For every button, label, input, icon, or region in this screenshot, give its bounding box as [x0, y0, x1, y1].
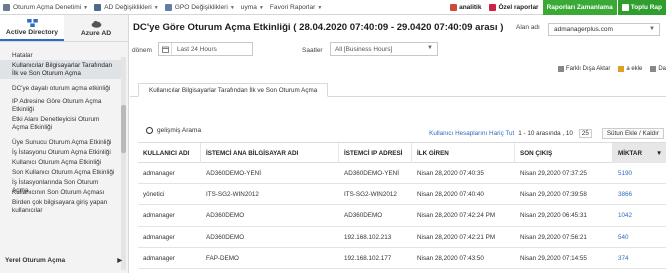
table-cell: Nisan 28,2020 07:42:21 PM [417, 233, 496, 241]
table-cell: FAP-DEMO [206, 254, 239, 262]
count-link[interactable]: 1042 [613, 205, 666, 226]
table-cell: ITS-SG2-WIN2012 [344, 191, 397, 199]
sidebar-item[interactable]: DC'ye dayalı oturum açma etkinliği [0, 83, 121, 94]
count-link[interactable]: 540 [613, 227, 666, 248]
sidebar: Active Directory Azure AD Hatalar Kullanı… [0, 15, 129, 273]
table-cell: Nisan 29,2020 07:56:21 [520, 233, 587, 241]
menu-gpo-changes[interactable]: GPO Değişiklikleri ▼ [162, 0, 238, 15]
count-link[interactable]: 3866 [613, 184, 666, 205]
tab-active-directory[interactable]: Active Directory [0, 15, 64, 41]
top-menu: Oturum Açma Denetimi ▼ AD Değişiklikleri ▼… [0, 0, 325, 15]
sidebar-section-local-logon[interactable]: Yerel Oturum Açma ▶ [0, 255, 128, 266]
sort-desc-icon: ▼ [656, 149, 663, 157]
chevron-down-icon: ▼ [317, 4, 323, 11]
table-cell: AD360DEMO [206, 212, 245, 220]
menu-compliance[interactable]: uyma ▼ [238, 0, 267, 15]
count-link[interactable]: 374 [613, 248, 666, 269]
table-cell: AD360DEMO-YENİ [344, 170, 399, 177]
column-header[interactable]: İLK GİREN [412, 143, 515, 163]
column-header[interactable]: MİKTAR ▼ [613, 143, 666, 163]
menu-favorite-reports[interactable]: Favori Raporlar ▼ [267, 0, 325, 15]
table-cell: Nisan 28,2020 07:42:24 PM [417, 212, 496, 220]
ad-icon [94, 4, 102, 11]
table-cell: admanager [143, 170, 175, 177]
menu-logon-audit[interactable]: Oturum Açma Denetimi ▼ [0, 0, 91, 15]
table-cell: 192.168.102.177 [344, 254, 392, 262]
top-menu-bar: Oturum Açma Denetimi ▼ AD Değişiklikleri ▼… [0, 0, 666, 15]
report-table: KULLANICI ADI İSTEMCİ ANA BİLGİSAYAR ADI İ… [130, 15, 666, 273]
active-directory-icon [26, 18, 38, 27]
chevron-down-icon: ▼ [258, 4, 264, 11]
table-row: admanager FAP-DEMO 192.168.102.177 Nisan 28… [138, 248, 666, 269]
chevron-right-icon: ▶ [117, 258, 122, 264]
column-header[interactable]: SON ÇIKIŞ [515, 143, 613, 163]
cloud-icon [91, 20, 101, 28]
table-cell: AD360DEMO [206, 233, 245, 241]
table-cell: yönetici [143, 191, 165, 199]
tab-azure-ad[interactable]: Azure AD [64, 15, 128, 41]
table-row: yönetici ITS-SG2-WIN2012 ITS-SG2-WIN2012 Ni… [138, 184, 666, 206]
top-right-toolbar: analitik Özel raporlar Raporları Zamanla… [446, 0, 666, 15]
table-cell: AD360DEMO-YENİ [206, 170, 261, 177]
custom-reports-button[interactable]: Özel raporlar [485, 0, 542, 15]
table-row: admanager AD360DEMO 192.168.102.213 Nisan 2… [138, 227, 666, 248]
table-cell: Nisan 29,2020 07:39:58 [520, 191, 587, 199]
sidebar-item[interactable]: Birden çok bilgisayara giriş yapan kulla… [0, 197, 121, 216]
table-cell: admanager [143, 212, 175, 220]
column-header[interactable]: İSTEMCİ ANA BİLGİSAYAR ADI [201, 143, 339, 163]
count-link[interactable]: 5190 [613, 163, 666, 184]
bulk-icon [621, 4, 629, 11]
table-cell: Nisan 29,2020 06:45:31 [520, 212, 587, 220]
table-cell: Nisan 29,2020 07:37:25 [520, 170, 587, 177]
sidebar-tabs: Active Directory Azure AD [0, 15, 128, 42]
table-cell: 192.168.102.213 [344, 233, 392, 241]
table-header: KULLANICI ADI İSTEMCİ ANA BİLGİSAYAR ADI İ… [138, 142, 666, 163]
table-row: admanager AD360DEMO AD360DEMO Nisan 28,2020… [138, 205, 666, 227]
table-cell: Nisan 29,2020 07:14:55 [520, 254, 587, 262]
menu-ad-changes[interactable]: AD Değişiklikleri ▼ [91, 0, 162, 15]
table-cell: Nisan 28,2020 07:43:50 [417, 254, 484, 262]
column-header[interactable]: KULLANICI ADI [138, 143, 201, 163]
column-header[interactable]: İSTEMCİ IP ADRESİ [339, 143, 412, 163]
bulk-reports-button[interactable]: Toplu Rap [616, 0, 666, 15]
sidebar-item[interactable]: Kullanıcılar Bilgisayarlar Tarafından İl… [0, 60, 121, 80]
table-row: admanager AD360DEMO-YENİ AD360DEMO-YENİ Nis… [138, 163, 666, 185]
gpo-icon [164, 4, 172, 11]
table-cell: Nisan 28,2020 07:40:40 [417, 191, 484, 199]
table-cell: ITS-SG2-WIN2012 [206, 191, 259, 199]
chevron-down-icon: ▼ [83, 4, 89, 11]
table-cell: AD360DEMO [344, 212, 383, 220]
sidebar-item[interactable]: IP Adresine Göre Oturum Açma Etkinliği [0, 96, 121, 115]
analytics-button[interactable]: analitik [446, 0, 485, 15]
schedule-reports-button[interactable]: Raporları Zamanlama [542, 0, 617, 15]
chevron-down-icon: ▼ [153, 4, 159, 11]
user-icon [3, 4, 10, 11]
report-icon [489, 4, 497, 11]
table-cell: admanager [143, 233, 175, 241]
scrollbar-thumb[interactable] [121, 105, 126, 153]
sidebar-item[interactable]: Etki Alanı Denetleyicisi Oturum Açma Etk… [0, 114, 121, 133]
chevron-down-icon: ▼ [229, 4, 235, 11]
sidebar-scrollbar[interactable] [121, 57, 126, 270]
table-cell: admanager [143, 254, 175, 262]
analytics-icon [450, 4, 458, 11]
table-cell: Nisan 28,2020 07:40:35 [417, 170, 484, 177]
